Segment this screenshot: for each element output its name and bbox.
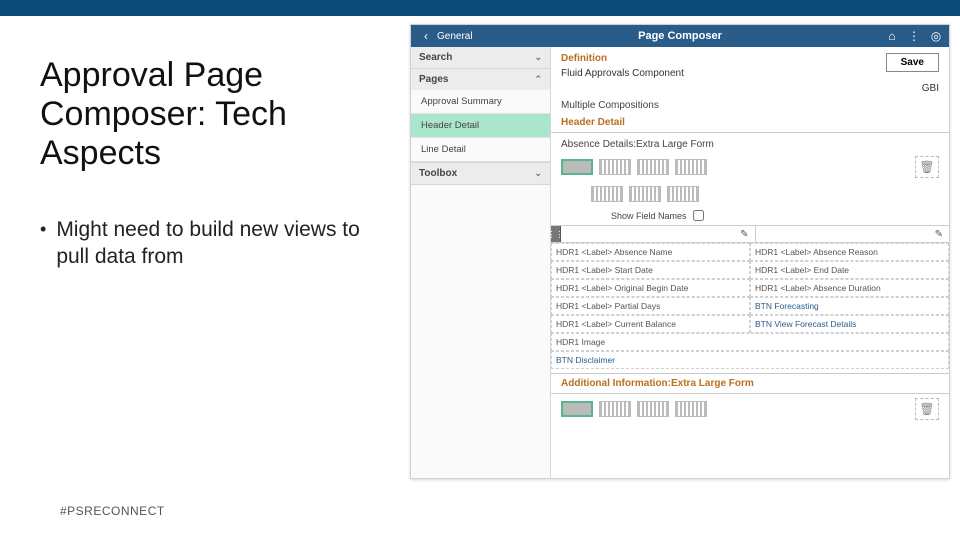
sidebar-item-header-detail[interactable]: Header Detail xyxy=(411,114,550,138)
home-icon[interactable]: ⌂ xyxy=(885,29,899,43)
layout-block-3[interactable] xyxy=(637,159,669,175)
trash-icon[interactable]: 🗑 xyxy=(915,398,939,420)
column-toolbar: ⋮⋮ ✎ ✎ xyxy=(551,225,949,243)
layout-palette-row1: 🗑 xyxy=(551,152,949,182)
slide-title: Approval Page Composer: Tech Aspects xyxy=(40,56,386,173)
grid-cell[interactable]: HDR1 <Label> Absence Reason xyxy=(750,243,949,261)
grid-cell[interactable]: HDR1 <Label> Absence Duration xyxy=(750,279,949,297)
grid-cell[interactable]: HDR1 Image xyxy=(551,333,949,351)
chevron-left-icon: ‹ xyxy=(419,29,433,43)
edit-col1-icon[interactable]: ✎ xyxy=(740,229,748,240)
grid-cell[interactable]: BTN Disclaimer xyxy=(551,351,949,369)
layout-block-2[interactable] xyxy=(599,159,631,175)
layout2-block-2[interactable] xyxy=(599,401,631,417)
form-label: Absence Details:Extra Large Form xyxy=(551,133,949,152)
section-additional-info: Additional Information:Extra Large Form xyxy=(551,373,949,394)
sidebar: Search ⌄ Pages ⌃ Approval Summary Header… xyxy=(411,47,551,478)
sidebar-item-approval-summary[interactable]: Approval Summary xyxy=(411,90,550,114)
layout2-block-1[interactable] xyxy=(561,401,593,417)
back-button[interactable]: ‹ General xyxy=(411,29,481,43)
drag-handle[interactable]: ⋮⋮ xyxy=(551,226,561,242)
chevron-up-icon: ⌃ xyxy=(534,74,542,85)
layout-palette-2: 🗑 xyxy=(551,394,949,420)
layout2-block-4[interactable] xyxy=(675,401,707,417)
slide-text-area: Approval Page Composer: Tech Aspects • M… xyxy=(0,16,410,540)
grid-cell[interactable]: HDR1 <Label> Start Date xyxy=(551,261,750,279)
layout-block-5[interactable] xyxy=(591,186,623,202)
sidebar-item-line-detail[interactable]: Line Detail xyxy=(411,138,550,162)
edit-col2-icon[interactable]: ✎ xyxy=(935,229,943,240)
grid-cell[interactable]: HDR1 <Label> Partial Days xyxy=(551,297,750,315)
field-grid: HDR1 <Label> Absence NameHDR1 <Label> Ab… xyxy=(551,243,949,369)
app-header: ‹ General Page Composer ⌂ ⋮ ◎ xyxy=(411,25,949,47)
more-icon[interactable]: ⋮ xyxy=(907,29,921,43)
grid-cell[interactable]: HDR1 <Label> End Date xyxy=(750,261,949,279)
save-button[interactable]: Save xyxy=(886,53,939,72)
show-field-names-checkbox[interactable] xyxy=(693,210,704,221)
grid-cell[interactable]: HDR1 <Label> Absence Name xyxy=(551,243,750,261)
app-title: Page Composer xyxy=(411,30,949,42)
chevron-down-icon: ⌄ xyxy=(534,168,542,179)
section-header-detail: Header Detail xyxy=(551,113,949,133)
sidebar-search[interactable]: Search ⌄ xyxy=(411,47,550,68)
chevron-down-icon: ⌄ xyxy=(534,52,542,63)
definition-value: Fluid Approvals Component xyxy=(561,68,684,79)
definition-label: Definition xyxy=(561,53,684,64)
grid-cell[interactable]: HDR1 <Label> Original Begin Date xyxy=(551,279,750,297)
grid-cell[interactable]: HDR1 <Label> Current Balance xyxy=(551,315,750,333)
gbi-label: GBI xyxy=(551,79,949,94)
slide-top-bar xyxy=(0,0,960,16)
slide-footer: #PSRECONNECT xyxy=(60,504,165,518)
bullet-dot: • xyxy=(40,217,46,271)
layout-block-6[interactable] xyxy=(629,186,661,202)
layout-block-4[interactable] xyxy=(675,159,707,175)
grid-cell[interactable]: BTN View Forecast Details xyxy=(750,315,949,333)
trash-icon[interactable]: 🗑 xyxy=(915,156,939,178)
layout-block-7[interactable] xyxy=(667,186,699,202)
help-icon[interactable]: ◎ xyxy=(929,29,943,43)
page-composer-app: ‹ General Page Composer ⌂ ⋮ ◎ Search ⌄ xyxy=(410,24,950,479)
grid-cell[interactable]: BTN Forecasting xyxy=(750,297,949,315)
main-panel: Definition Fluid Approvals Component Sav… xyxy=(551,47,949,478)
sidebar-toolbox[interactable]: Toolbox ⌄ xyxy=(411,163,550,184)
show-field-names-label: Show Field Names xyxy=(611,211,687,221)
multiple-compositions: Multiple Compositions xyxy=(551,94,949,113)
sidebar-pages[interactable]: Pages ⌃ xyxy=(411,69,550,90)
layout2-block-3[interactable] xyxy=(637,401,669,417)
layout-palette-row2 xyxy=(551,182,949,206)
back-label: General xyxy=(437,31,473,42)
layout-block-1[interactable] xyxy=(561,159,593,175)
bullet-text: Might need to build new views to pull da… xyxy=(56,217,386,271)
